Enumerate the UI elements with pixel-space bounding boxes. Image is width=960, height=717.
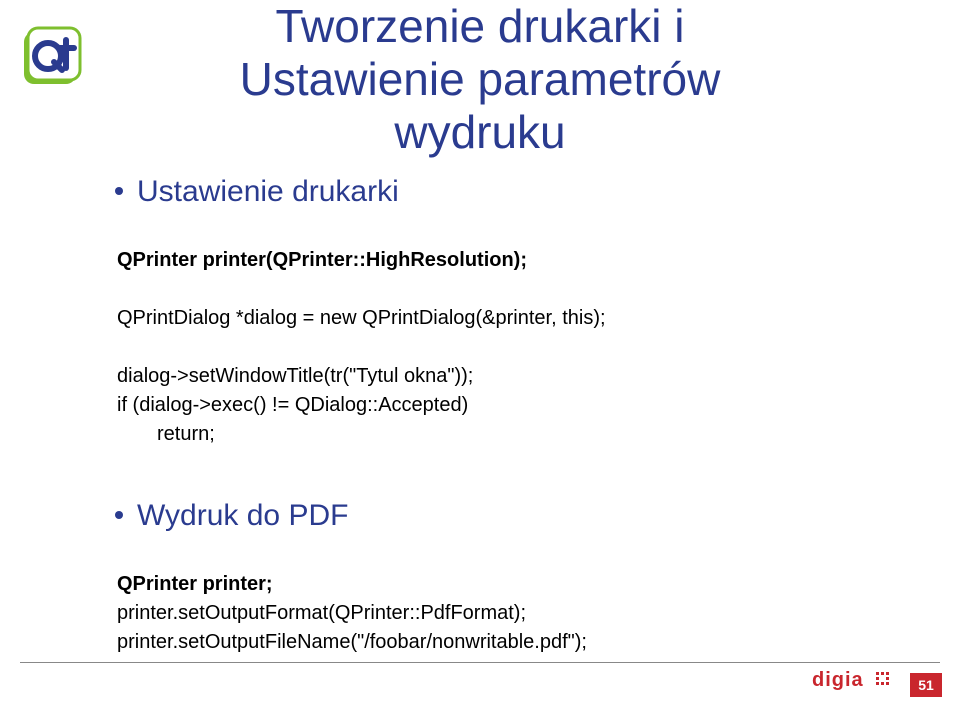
bullet-1: Ustawienie drukarki bbox=[115, 175, 900, 209]
code1-l4: if (dialog->exec() != QDialog::Accepted) bbox=[117, 394, 468, 416]
svg-text:digia: digia bbox=[812, 669, 864, 691]
code2-l2: printer.setOutputFormat(QPrinter::PdfFor… bbox=[117, 602, 526, 624]
slide-content: Ustawienie drukarki QPrinter printer(QPr… bbox=[115, 175, 900, 687]
title-line-1: Tworzenie drukarki i bbox=[0, 0, 960, 53]
code1-l3: dialog->setWindowTitle(tr("Tytul okna"))… bbox=[117, 365, 473, 387]
code1-l1: QPrinter printer(QPrinter::HighResolutio… bbox=[117, 249, 527, 271]
code1-l5: return; bbox=[117, 423, 215, 445]
title-line-3: wydruku bbox=[0, 106, 960, 159]
code2-l1: QPrinter printer; bbox=[117, 573, 273, 595]
bullet-dot-icon bbox=[115, 511, 123, 519]
code1-l2: QPrintDialog *dialog = new QPrintDialog(… bbox=[117, 307, 606, 329]
bullet-2: Wydruk do PDF bbox=[115, 499, 900, 533]
bullet-1-text: Ustawienie drukarki bbox=[137, 175, 399, 209]
slide-title: Tworzenie drukarki i Ustawienie parametr… bbox=[0, 0, 960, 159]
bullet-dot-icon bbox=[115, 187, 123, 195]
title-line-2: Ustawienie parametrów bbox=[0, 53, 960, 106]
digia-logo-icon: digia bbox=[812, 668, 898, 697]
code-block-2: QPrinter printer; printer.setOutputForma… bbox=[117, 541, 900, 657]
code-block-1: QPrinter printer(QPrinter::HighResolutio… bbox=[117, 217, 900, 449]
page-number-text: 51 bbox=[918, 677, 934, 693]
slide: Tworzenie drukarki i Ustawienie parametr… bbox=[0, 0, 960, 717]
bullet-2-text: Wydruk do PDF bbox=[137, 499, 348, 533]
code2-l3: printer.setOutputFileName("/foobar/nonwr… bbox=[117, 631, 587, 653]
footer-divider bbox=[20, 662, 940, 663]
page-number: 51 bbox=[910, 673, 942, 697]
